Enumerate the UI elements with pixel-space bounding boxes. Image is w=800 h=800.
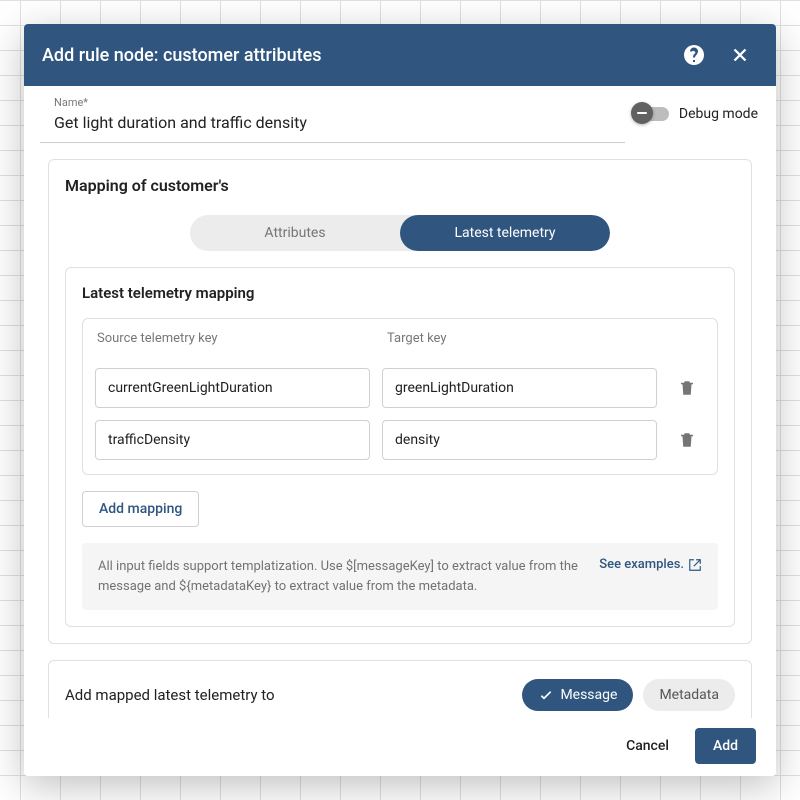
debug-label: Debug mode bbox=[679, 106, 758, 122]
destination-label: Add mapped latest telemetry to bbox=[65, 686, 510, 704]
dest-metadata-label: Metadata bbox=[659, 687, 719, 703]
table-row bbox=[95, 368, 705, 408]
name-input[interactable] bbox=[40, 109, 625, 143]
mapping-type-toggle: Attributes Latest telemetry bbox=[190, 215, 610, 251]
hint-text: All input fields support templatization.… bbox=[98, 557, 583, 596]
name-field-wrap: Name* bbox=[40, 86, 625, 143]
check-icon bbox=[538, 687, 554, 703]
add-rule-node-dialog: Add rule node: customer attributes Name*… bbox=[24, 24, 776, 776]
external-link-icon bbox=[688, 558, 702, 572]
destination-toggle: Message Metadata bbox=[522, 679, 735, 711]
source-key-input[interactable] bbox=[95, 368, 370, 408]
delete-row-button[interactable] bbox=[669, 368, 705, 408]
destination-card: Add mapped latest telemetry to Message M… bbox=[48, 660, 752, 718]
dest-message-label: Message bbox=[560, 687, 617, 703]
dest-message-button[interactable]: Message bbox=[522, 679, 633, 711]
dialog-body: Name* Debug mode Mapping of customer's A… bbox=[24, 86, 776, 718]
add-button[interactable]: Add bbox=[695, 728, 756, 764]
target-key-input[interactable] bbox=[382, 368, 657, 408]
help-icon bbox=[682, 43, 706, 67]
target-key-input[interactable] bbox=[382, 420, 657, 460]
mapping-table: Source telemetry key Target key bbox=[82, 318, 718, 475]
telemetry-mapping-card: Latest telemetry mapping Source telemetr… bbox=[65, 267, 735, 627]
col-target-header: Target key bbox=[387, 331, 665, 346]
debug-mode-wrap: Debug mode bbox=[635, 86, 760, 122]
see-examples-link[interactable]: See examples. bbox=[599, 557, 702, 572]
col-source-header: Source telemetry key bbox=[97, 331, 375, 346]
mapping-card-title: Mapping of customer's bbox=[65, 176, 735, 195]
tab-latest-telemetry[interactable]: Latest telemetry bbox=[400, 215, 610, 251]
help-button[interactable] bbox=[674, 35, 714, 75]
name-label: Name* bbox=[40, 96, 625, 109]
dialog-header: Add rule node: customer attributes bbox=[24, 24, 776, 86]
trash-icon bbox=[678, 431, 696, 449]
close-button[interactable] bbox=[720, 35, 760, 75]
debug-toggle[interactable] bbox=[635, 107, 669, 121]
toggle-knob bbox=[631, 102, 653, 124]
add-mapping-button[interactable]: Add mapping bbox=[82, 491, 199, 527]
tab-attributes[interactable]: Attributes bbox=[190, 215, 400, 251]
table-row bbox=[95, 420, 705, 460]
close-icon bbox=[729, 44, 751, 66]
dest-metadata-button[interactable]: Metadata bbox=[643, 679, 735, 711]
trash-icon bbox=[678, 379, 696, 397]
header-actions bbox=[674, 35, 760, 75]
add-mapping-wrap: Add mapping bbox=[82, 491, 718, 527]
source-key-input[interactable] bbox=[95, 420, 370, 460]
templatization-hint: All input fields support templatization.… bbox=[82, 543, 718, 610]
see-examples-label: See examples. bbox=[599, 557, 684, 572]
telemetry-mapping-title: Latest telemetry mapping bbox=[82, 284, 718, 302]
cancel-button[interactable]: Cancel bbox=[608, 728, 687, 764]
mapping-table-headers: Source telemetry key Target key bbox=[95, 331, 705, 356]
dialog-footer: Cancel Add bbox=[24, 718, 776, 776]
top-row: Name* Debug mode bbox=[24, 86, 776, 143]
delete-row-button[interactable] bbox=[669, 420, 705, 460]
dialog-title: Add rule node: customer attributes bbox=[42, 45, 674, 66]
mapping-card: Mapping of customer's Attributes Latest … bbox=[48, 159, 752, 644]
